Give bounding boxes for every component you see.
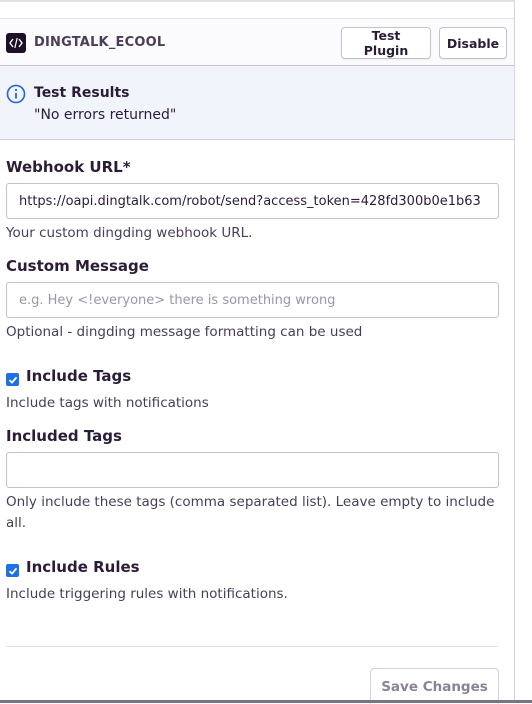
webhook-url-label: Webhook URL* bbox=[6, 158, 131, 176]
checkmark-icon bbox=[8, 567, 17, 575]
included-tags-help: Only include these tags (comma separated… bbox=[6, 494, 495, 531]
include-tags-checkbox[interactable] bbox=[6, 373, 19, 386]
custom-message-input[interactable] bbox=[6, 282, 499, 318]
top-divider bbox=[0, 1, 515, 2]
save-changes-button[interactable]: Save Changes bbox=[370, 668, 499, 704]
include-rules-label[interactable]: Include Rules bbox=[26, 558, 140, 576]
form-footer-divider bbox=[6, 646, 498, 647]
custom-message-label: Custom Message bbox=[6, 257, 149, 275]
include-rules-help: Include triggering rules with notificati… bbox=[6, 586, 288, 602]
include-tags-help: Include tags with notifications bbox=[6, 395, 209, 411]
included-tags-input[interactable] bbox=[6, 452, 499, 488]
plugin-name: DINGTALK_ECOOL bbox=[34, 35, 166, 50]
webhook-url-help: Your custom dingding webhook URL. bbox=[6, 225, 253, 241]
code-icon bbox=[6, 33, 26, 53]
checkmark-icon bbox=[8, 376, 17, 384]
test-plugin-button[interactable]: Test Plugin bbox=[341, 27, 431, 59]
include-tags-label[interactable]: Include Tags bbox=[26, 367, 131, 385]
custom-message-help: Optional - dingding message formatting c… bbox=[6, 324, 363, 340]
webhook-url-input[interactable] bbox=[6, 183, 499, 219]
info-icon bbox=[6, 84, 26, 104]
test-results-message: "No errors returned" bbox=[34, 107, 177, 123]
disable-button[interactable]: Disable bbox=[439, 27, 507, 59]
included-tags-label: Included Tags bbox=[6, 427, 122, 445]
include-rules-checkbox[interactable] bbox=[6, 564, 19, 577]
test-results-title: Test Results bbox=[34, 85, 130, 101]
plugin-header: DINGTALK_ECOOL Test Plugin Disable bbox=[0, 18, 514, 66]
test-results-alert: Test Results "No errors returned" bbox=[0, 66, 514, 140]
plugin-panel: DINGTALK_ECOOL Test Plugin Disable Test … bbox=[0, 0, 515, 704]
